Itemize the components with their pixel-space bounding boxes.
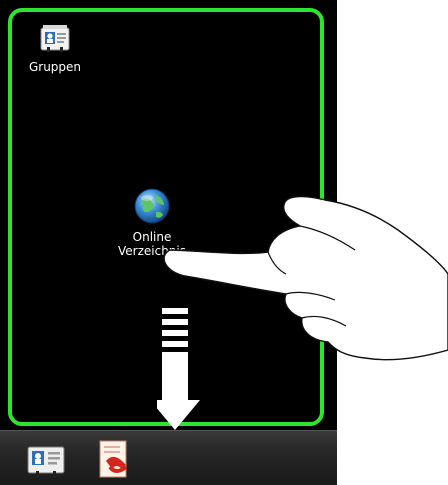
contacts-card-icon	[40, 25, 70, 52]
hand-pointer-icon	[163, 195, 448, 361]
groups-label: Gruppen	[28, 60, 82, 74]
dock-bar	[0, 430, 337, 485]
contacts-card-icon[interactable]	[24, 437, 68, 481]
groups-shortcut[interactable]: Gruppen	[15, 20, 95, 74]
phone-document-icon[interactable]	[92, 437, 136, 481]
